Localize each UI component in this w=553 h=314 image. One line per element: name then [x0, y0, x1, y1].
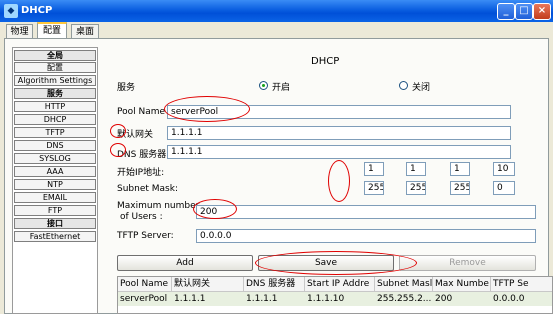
pool-name-label: Pool Name — [117, 107, 166, 117]
nav-item-email[interactable]: EMAIL — [14, 192, 96, 203]
table-cell: 1.1.1.10 — [307, 294, 345, 304]
nav-item-dhcp[interactable]: DHCP — [14, 114, 96, 125]
subnet-octet-1[interactable]: 255 — [364, 181, 384, 195]
table-header[interactable]: Start IP Addre — [305, 277, 375, 292]
nav-item-tftp[interactable]: TFTP — [14, 127, 96, 138]
nav-item-ftp[interactable]: FTP — [14, 205, 96, 216]
subnet-octet-4[interactable]: 0 — [493, 181, 515, 195]
annotation-ellipse — [110, 124, 126, 138]
service-off-label: 关闭 — [412, 83, 431, 93]
table-header[interactable]: 默认网关 — [172, 277, 244, 292]
radio-selected-dot — [262, 84, 265, 87]
nav-item-ntp[interactable]: NTP — [14, 179, 96, 190]
table-cell: 1.1.1.1 — [174, 294, 206, 304]
tab-config[interactable]: 配置 — [37, 22, 67, 39]
remove-button[interactable]: Remove — [399, 255, 536, 271]
dns-server-input[interactable]: 1.1.1.1 — [167, 145, 511, 159]
nav-item-aaa[interactable]: AAA — [14, 166, 96, 177]
start-ip-octet-1[interactable]: 1 — [364, 162, 384, 176]
service-label: 服务 — [117, 83, 136, 93]
title-bar: ◆ DHCP _ □ × — [0, 0, 553, 22]
annotation-ellipse — [110, 143, 126, 157]
nav-header-services: 服务 — [14, 88, 96, 99]
annotation-ellipse — [255, 251, 417, 275]
max-users-label-2: of Users : — [120, 212, 163, 222]
add-button[interactable]: Add — [117, 255, 253, 271]
annotation-ellipse — [328, 160, 350, 202]
tab-physical[interactable]: 物理 — [6, 24, 33, 39]
nav-item-algorithm-settings[interactable]: Algorithm Settings — [14, 75, 96, 86]
table-header[interactable]: Pool Name — [118, 277, 172, 292]
table-cell: serverPool — [120, 294, 168, 304]
annotation-ellipse — [193, 199, 237, 219]
annotation-ellipse — [164, 96, 250, 122]
start-ip-label: 开始IP地址: — [117, 168, 165, 178]
app-icon: ◆ — [4, 4, 18, 18]
start-ip-octet-4[interactable]: 10 — [493, 162, 515, 176]
table-header[interactable]: Subnet Masl — [375, 277, 433, 292]
nav-item-syslog[interactable]: SYSLOG — [14, 153, 96, 164]
nav-header-interface: 接口 — [14, 218, 96, 229]
window-title: DHCP — [21, 5, 53, 16]
table-header[interactable]: DNS 服务器 — [244, 277, 305, 292]
table-cell: 0.0.0.0 — [493, 294, 525, 304]
service-off-radio[interactable] — [399, 81, 408, 90]
table-cell: 200 — [435, 294, 453, 304]
section-title: DHCP — [311, 56, 340, 67]
close-button[interactable]: × — [533, 3, 551, 20]
gateway-input[interactable]: 1.1.1.1 — [167, 126, 511, 140]
nav-item-fastethernet[interactable]: FastEthernet — [14, 231, 96, 242]
tab-desktop[interactable]: 桌面 — [71, 24, 99, 39]
minimize-button[interactable]: _ — [497, 3, 515, 20]
subnet-octet-3[interactable]: 255 — [450, 181, 470, 195]
tftp-server-label: TFTP Server: — [117, 231, 174, 241]
nav-item-http[interactable]: HTTP — [14, 101, 96, 112]
service-on-radio[interactable] — [259, 81, 268, 90]
service-on-label: 开启 — [272, 83, 291, 93]
start-ip-octet-2[interactable]: 1 — [406, 162, 426, 176]
start-ip-octet-3[interactable]: 1 — [450, 162, 470, 176]
maximize-button[interactable]: □ — [515, 3, 533, 20]
pool-table: Pool Name 默认网关 DNS 服务器 Start IP Addre Su… — [117, 276, 553, 314]
table-cell: 1.1.1.1 — [246, 294, 278, 304]
table-header[interactable]: Max Numbe — [433, 277, 491, 292]
table-header[interactable]: TFTP Se — [491, 277, 552, 292]
subnet-mask-label: Subnet Mask: — [117, 184, 178, 194]
subnet-octet-2[interactable]: 255 — [406, 181, 426, 195]
nav-item-dns[interactable]: DNS — [14, 140, 96, 151]
max-users-label: Maximum number — [117, 201, 200, 211]
tftp-server-input[interactable]: 0.0.0.0 — [196, 229, 536, 243]
nav-item-settings[interactable]: 配置 — [14, 62, 96, 73]
nav-header-global: 全局 — [14, 50, 96, 61]
table-cell: 255.255.2... — [377, 294, 432, 304]
max-users-input[interactable]: 200 — [196, 205, 536, 219]
sidebar-nav: 全局 配置 Algorithm Settings 服务 HTTP DHCP TF… — [12, 47, 98, 314]
